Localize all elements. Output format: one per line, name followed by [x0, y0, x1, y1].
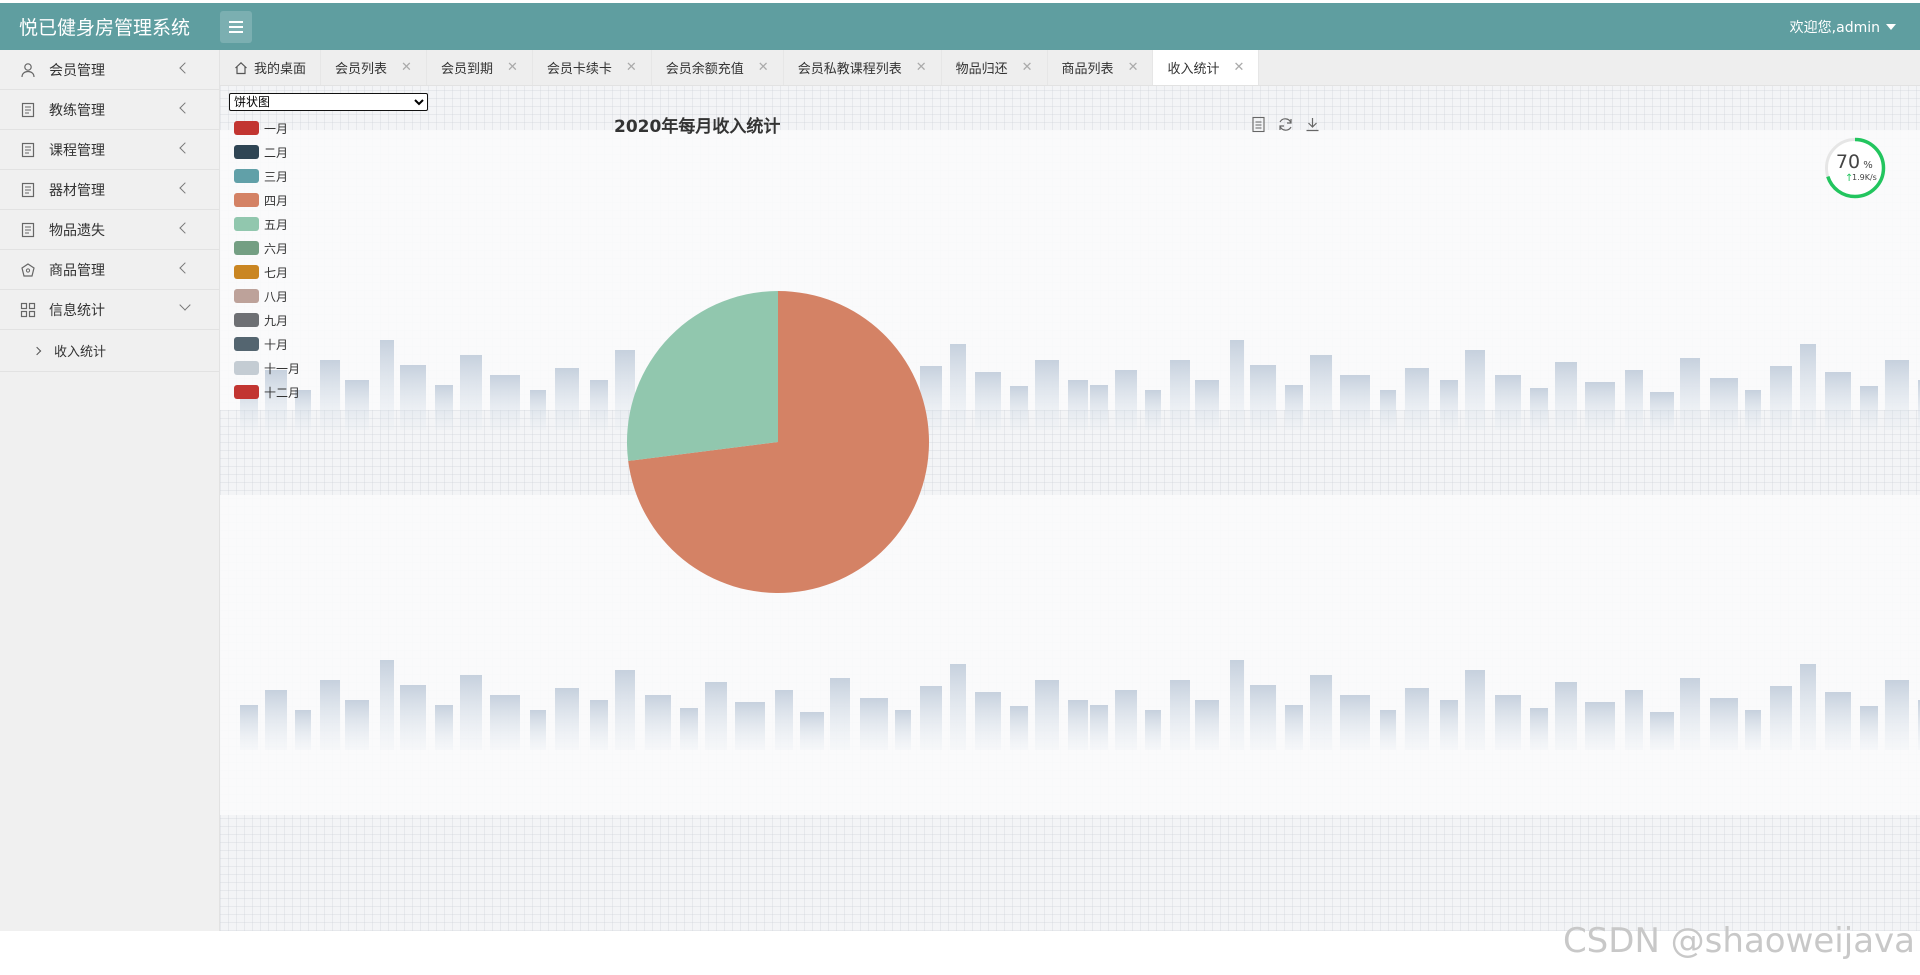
chevron-left-icon	[179, 262, 191, 274]
sidebar: 会员管理 教练管理 课程管理 器材管理 物品遗失 商品管理 信息统计 收入统计	[0, 50, 220, 931]
document-icon	[19, 101, 37, 119]
sidebar-item-equipment[interactable]: 器材管理	[0, 170, 219, 210]
sidebar-item-label: 信息统计	[49, 302, 105, 319]
pie-chart	[627, 291, 929, 593]
sidebar-item-statistics[interactable]: 信息统计	[0, 290, 219, 330]
gift-icon	[19, 261, 37, 279]
sidebar-item-members[interactable]: 会员管理	[0, 50, 219, 90]
sidebar-subitem-label: 收入统计	[54, 345, 107, 360]
app-title: 悦已健身房管理系统	[19, 17, 191, 39]
chevron-left-icon	[179, 142, 191, 154]
chevron-left-icon	[179, 62, 191, 74]
hamburger-icon	[229, 20, 243, 23]
csdn-watermark: CSDN @shaoweijava	[1562, 921, 1915, 961]
sidebar-item-products[interactable]: 商品管理	[0, 250, 219, 290]
pie-slice-5[interactable]	[627, 291, 778, 461]
chevron-left-icon	[179, 182, 191, 194]
document-icon	[19, 181, 37, 199]
speed-percent: 70	[1836, 151, 1860, 173]
top-header: 悦已健身房管理系统 欢迎您,admin	[0, 3, 1920, 50]
user-icon	[19, 61, 37, 79]
caret-down-icon	[1886, 23, 1896, 30]
welcome-text: 欢迎您,admin	[1789, 19, 1880, 36]
sidebar-item-lost-items[interactable]: 物品遗失	[0, 210, 219, 250]
document-icon	[19, 141, 37, 159]
sidebar-item-label: 教练管理	[49, 102, 105, 119]
sidebar-subitem-income-stats[interactable]: 收入统计	[0, 330, 219, 372]
sidebar-item-label: 商品管理	[49, 262, 105, 279]
speed-rate: 1.9K/s	[1852, 173, 1877, 182]
chevron-left-icon	[179, 102, 191, 114]
grid-icon	[19, 301, 37, 319]
chevron-down-icon	[179, 299, 191, 311]
chevron-right-icon	[32, 346, 42, 355]
speed-percent-unit: %	[1863, 160, 1873, 171]
sidebar-item-label: 课程管理	[49, 142, 105, 159]
hamburger-icon	[229, 30, 243, 33]
sidebar-item-courses[interactable]: 课程管理	[0, 130, 219, 170]
main-content: 我的桌面 会员列表 ✕ 会员到期 ✕ 会员卡续卡 ✕ 会员余额充值 ✕ 会员私教…	[220, 50, 1920, 931]
hamburger-icon	[229, 25, 243, 28]
menu-toggle-button[interactable]	[220, 10, 252, 43]
speed-widget[interactable]: 70 % ↑ 1.9K/s	[1822, 135, 1888, 201]
chevron-left-icon	[179, 222, 191, 234]
document-icon	[19, 221, 37, 239]
sidebar-item-coaches[interactable]: 教练管理	[0, 90, 219, 130]
user-menu[interactable]: 欢迎您,admin	[1790, 17, 1896, 37]
sidebar-item-label: 器材管理	[49, 182, 105, 199]
sidebar-item-label: 会员管理	[49, 62, 105, 79]
sidebar-item-label: 物品遗失	[49, 222, 105, 239]
